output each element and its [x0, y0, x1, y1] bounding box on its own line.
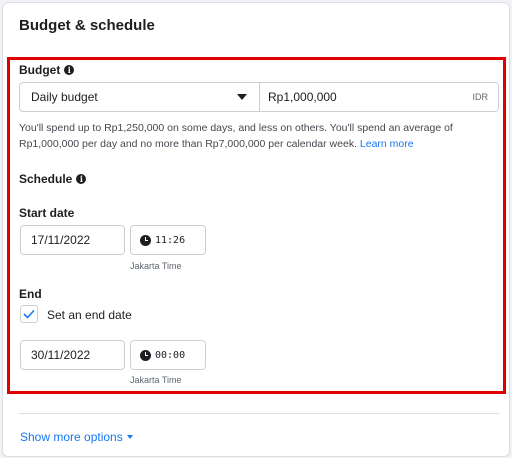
budget-input-group: Daily budget Rp1,000,000 IDR: [19, 82, 499, 112]
section-title: Budget & schedule: [19, 17, 155, 34]
budget-label: Budget: [19, 63, 61, 77]
end-date-checkbox[interactable]: [20, 305, 38, 323]
end-timezone: Jakarta Time: [130, 375, 182, 385]
info-icon[interactable]: i: [64, 65, 75, 75]
budget-schedule-card: Budget & schedule Budget i Daily budget …: [2, 2, 510, 457]
start-date-label: Start date: [19, 206, 75, 220]
start-time-value: 11:26: [155, 234, 186, 246]
end-time-input[interactable]: 00:00: [130, 340, 206, 370]
learn-more-link[interactable]: Learn more: [360, 138, 414, 150]
check-icon: [23, 309, 35, 319]
clock-icon: [140, 234, 151, 246]
start-time-input[interactable]: 11:26: [130, 225, 206, 255]
budget-label-row: Budget i: [19, 63, 75, 77]
budget-type-value: Daily budget: [31, 90, 98, 104]
start-date-input[interactable]: 17/11/2022: [20, 225, 125, 255]
end-date-input[interactable]: 30/11/2022: [20, 340, 125, 370]
end-date-value: 30/11/2022: [31, 348, 91, 362]
budget-help-text: You'll spend up to Rp1,250,000 on some d…: [19, 120, 497, 152]
schedule-label: Schedule: [19, 172, 73, 186]
budget-amount-input[interactable]: Rp1,000,000 IDR: [260, 83, 498, 111]
schedule-label-row: Schedule i: [19, 172, 87, 186]
show-more-options-link[interactable]: Show more options: [20, 430, 133, 444]
start-date-value: 17/11/2022: [31, 233, 91, 247]
end-date-checkbox-label[interactable]: Set an end date: [47, 308, 132, 322]
end-time-value: 00:00: [155, 349, 186, 361]
show-more-label: Show more options: [20, 430, 123, 444]
divider: [19, 413, 499, 414]
budget-type-dropdown[interactable]: Daily budget: [20, 83, 260, 111]
budget-amount-value: Rp1,000,000: [268, 90, 337, 104]
caret-down-icon: [126, 435, 133, 439]
currency-label: IDR: [472, 92, 489, 102]
chevron-down-icon: [237, 94, 247, 100]
clock-icon: [140, 349, 151, 361]
start-timezone: Jakarta Time: [130, 261, 182, 271]
info-icon[interactable]: i: [76, 174, 87, 184]
end-label: End: [19, 287, 42, 301]
